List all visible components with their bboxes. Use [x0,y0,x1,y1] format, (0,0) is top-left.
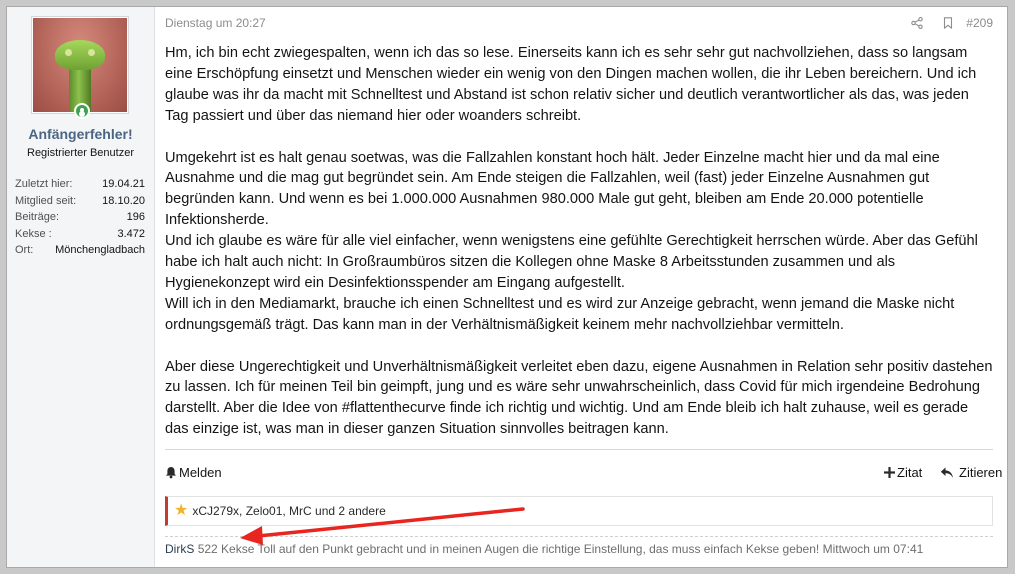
stat-label: Zuletzt hier: [15,178,73,190]
stat-location: Ort: Mönchengladbach [15,242,145,259]
stat-posts: Beiträge: 196 [15,209,145,226]
stat-kekse: Kekse : 3.472 [15,226,145,243]
reactions-bar[interactable]: ★ xCJ279x, Zelo01, MrC und 2 andere [165,496,993,526]
stat-label: Kekse : [15,227,52,240]
stat-value: 19.04.21 [102,178,145,190]
reply-button[interactable]: Zitieren [940,465,1002,480]
comment-text: Toll auf den Punkt gebracht und in meine… [257,542,820,556]
comment-kekse: 522 Kekse [197,542,255,556]
bookmark-icon[interactable] [942,17,954,29]
post-paragraph: Hm, ich bin echt zwiegespalten, wenn ich… [165,45,977,124]
reaction-users[interactable]: xCJ279x, Zelo01, MrC und 2 andere [192,504,385,518]
stat-value: 3.472 [117,227,145,240]
stat-value: Mönchengladbach [55,244,145,256]
stat-label: Beiträge: [15,211,60,223]
bell-icon [166,467,176,479]
user-stats: Zuletzt hier: 19.04.21 Mitglied seit: 18… [15,176,145,259]
stat-last-seen: Zuletzt hier: 19.04.21 [15,176,145,193]
keks-comment: DirkS 522 Kekse Toll auf den Punkt gebra… [165,542,995,556]
report-label: Melden [179,465,222,480]
divider [165,449,993,450]
quote-button[interactable]: Zitat [884,465,922,480]
post-container: Anfängerfehler! Registrierter Benutzer Z… [6,6,1008,568]
user-title: Registrierter Benutzer [27,147,134,159]
post-header: Dienstag um 20:27 #209 [165,16,997,32]
stat-member-since: Mitglied seit: 18.10.20 [15,193,145,210]
post-number[interactable]: #209 [966,16,993,30]
post-paragraph: Und ich glaube es wäre für alle viel ein… [165,233,978,291]
comment-divider [165,536,993,537]
post-paragraph: Aber diese Ungerechtigkeit und Unverhält… [165,358,993,438]
reply-label: Zitieren [959,465,1003,480]
online-status-icon [74,103,90,119]
stat-label: Mitglied seit: [15,194,77,207]
comment-time[interactable]: Mittwoch um 07:41 [823,542,924,556]
stat-label: Ort: [15,244,34,256]
avatar-image [33,18,127,112]
star-icon: ★ [174,502,189,519]
post-actions: Melden Zitat Zitieren [165,463,1002,481]
username[interactable]: Anfängerfehler! [7,126,154,142]
user-sidebar: Anfängerfehler! Registrierter Benutzer Z… [7,7,155,567]
share-icon[interactable] [911,17,923,29]
post-paragraph: Umgekehrt ist es halt genau soetwas, was… [165,149,940,229]
plus-icon [884,467,895,478]
comment-author[interactable]: DirkS [165,542,194,556]
post-date[interactable]: Dienstag um 20:27 [165,16,266,30]
quote-label: Zitat [897,465,923,480]
reply-icon [940,467,953,478]
post-body: Hm, ich bin echt zwiegespalten, wenn ich… [165,43,995,440]
avatar[interactable] [31,16,129,114]
stat-value: 18.10.20 [102,194,145,207]
post-paragraph: Will ich in den Mediamarkt, brauche ich … [165,295,955,333]
stat-value: 196 [126,211,145,223]
report-button[interactable]: Melden [165,465,222,480]
